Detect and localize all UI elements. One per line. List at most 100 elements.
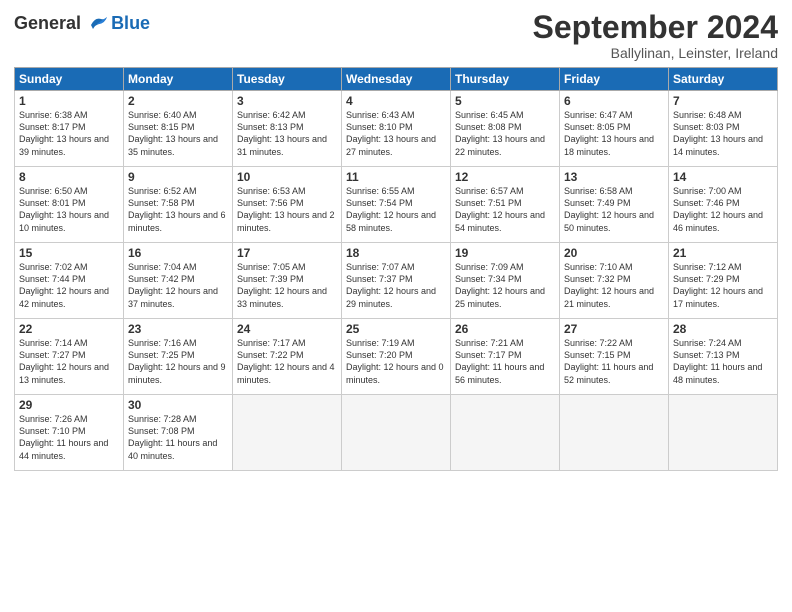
calendar-cell: 24Sunrise: 7:17 AM Sunset: 7:22 PM Dayli… bbox=[233, 319, 342, 395]
day-info: Sunrise: 7:10 AM Sunset: 7:32 PM Dayligh… bbox=[564, 261, 664, 310]
calendar-cell: 10Sunrise: 6:53 AM Sunset: 7:56 PM Dayli… bbox=[233, 167, 342, 243]
title-block: September 2024 Ballylinan, Leinster, Ire… bbox=[533, 10, 778, 61]
calendar-week-row: 1Sunrise: 6:38 AM Sunset: 8:17 PM Daylig… bbox=[15, 91, 778, 167]
day-number: 22 bbox=[19, 322, 119, 336]
calendar-cell: 11Sunrise: 6:55 AM Sunset: 7:54 PM Dayli… bbox=[342, 167, 451, 243]
day-number: 14 bbox=[673, 170, 773, 184]
day-number: 25 bbox=[346, 322, 446, 336]
calendar-table: Sunday Monday Tuesday Wednesday Thursday… bbox=[14, 67, 778, 471]
day-info: Sunrise: 7:22 AM Sunset: 7:15 PM Dayligh… bbox=[564, 337, 664, 386]
day-number: 27 bbox=[564, 322, 664, 336]
day-info: Sunrise: 6:42 AM Sunset: 8:13 PM Dayligh… bbox=[237, 109, 337, 158]
day-info: Sunrise: 7:04 AM Sunset: 7:42 PM Dayligh… bbox=[128, 261, 228, 310]
day-number: 7 bbox=[673, 94, 773, 108]
calendar-cell bbox=[342, 395, 451, 471]
day-info: Sunrise: 6:53 AM Sunset: 7:56 PM Dayligh… bbox=[237, 185, 337, 234]
col-friday: Friday bbox=[560, 68, 669, 91]
location-subtitle: Ballylinan, Leinster, Ireland bbox=[533, 45, 778, 61]
calendar-cell: 25Sunrise: 7:19 AM Sunset: 7:20 PM Dayli… bbox=[342, 319, 451, 395]
calendar-cell: 18Sunrise: 7:07 AM Sunset: 7:37 PM Dayli… bbox=[342, 243, 451, 319]
day-number: 11 bbox=[346, 170, 446, 184]
calendar-cell bbox=[560, 395, 669, 471]
calendar-week-row: 29Sunrise: 7:26 AM Sunset: 7:10 PM Dayli… bbox=[15, 395, 778, 471]
day-info: Sunrise: 7:24 AM Sunset: 7:13 PM Dayligh… bbox=[673, 337, 773, 386]
month-title: September 2024 bbox=[533, 10, 778, 45]
calendar-cell: 1Sunrise: 6:38 AM Sunset: 8:17 PM Daylig… bbox=[15, 91, 124, 167]
col-thursday: Thursday bbox=[451, 68, 560, 91]
day-number: 16 bbox=[128, 246, 228, 260]
day-number: 12 bbox=[455, 170, 555, 184]
calendar-cell: 14Sunrise: 7:00 AM Sunset: 7:46 PM Dayli… bbox=[669, 167, 778, 243]
day-info: Sunrise: 6:43 AM Sunset: 8:10 PM Dayligh… bbox=[346, 109, 446, 158]
calendar-cell: 2Sunrise: 6:40 AM Sunset: 8:15 PM Daylig… bbox=[124, 91, 233, 167]
calendar-cell: 17Sunrise: 7:05 AM Sunset: 7:39 PM Dayli… bbox=[233, 243, 342, 319]
day-number: 6 bbox=[564, 94, 664, 108]
calendar-cell: 4Sunrise: 6:43 AM Sunset: 8:10 PM Daylig… bbox=[342, 91, 451, 167]
day-number: 30 bbox=[128, 398, 228, 412]
logo: General Blue bbox=[14, 14, 150, 34]
calendar-cell: 22Sunrise: 7:14 AM Sunset: 7:27 PM Dayli… bbox=[15, 319, 124, 395]
day-number: 10 bbox=[237, 170, 337, 184]
calendar-cell: 20Sunrise: 7:10 AM Sunset: 7:32 PM Dayli… bbox=[560, 243, 669, 319]
day-info: Sunrise: 7:14 AM Sunset: 7:27 PM Dayligh… bbox=[19, 337, 119, 386]
calendar-cell: 19Sunrise: 7:09 AM Sunset: 7:34 PM Dayli… bbox=[451, 243, 560, 319]
calendar-cell: 21Sunrise: 7:12 AM Sunset: 7:29 PM Dayli… bbox=[669, 243, 778, 319]
day-info: Sunrise: 6:58 AM Sunset: 7:49 PM Dayligh… bbox=[564, 185, 664, 234]
calendar-cell: 9Sunrise: 6:52 AM Sunset: 7:58 PM Daylig… bbox=[124, 167, 233, 243]
day-info: Sunrise: 6:48 AM Sunset: 8:03 PM Dayligh… bbox=[673, 109, 773, 158]
day-number: 8 bbox=[19, 170, 119, 184]
day-info: Sunrise: 6:50 AM Sunset: 8:01 PM Dayligh… bbox=[19, 185, 119, 234]
day-number: 28 bbox=[673, 322, 773, 336]
day-info: Sunrise: 7:17 AM Sunset: 7:22 PM Dayligh… bbox=[237, 337, 337, 386]
calendar-cell: 12Sunrise: 6:57 AM Sunset: 7:51 PM Dayli… bbox=[451, 167, 560, 243]
day-number: 4 bbox=[346, 94, 446, 108]
day-info: Sunrise: 6:47 AM Sunset: 8:05 PM Dayligh… bbox=[564, 109, 664, 158]
calendar-week-row: 22Sunrise: 7:14 AM Sunset: 7:27 PM Dayli… bbox=[15, 319, 778, 395]
calendar-cell: 16Sunrise: 7:04 AM Sunset: 7:42 PM Dayli… bbox=[124, 243, 233, 319]
day-number: 9 bbox=[128, 170, 228, 184]
day-info: Sunrise: 7:26 AM Sunset: 7:10 PM Dayligh… bbox=[19, 413, 119, 462]
day-info: Sunrise: 7:00 AM Sunset: 7:46 PM Dayligh… bbox=[673, 185, 773, 234]
col-sunday: Sunday bbox=[15, 68, 124, 91]
day-number: 13 bbox=[564, 170, 664, 184]
calendar-cell: 8Sunrise: 6:50 AM Sunset: 8:01 PM Daylig… bbox=[15, 167, 124, 243]
calendar-cell: 29Sunrise: 7:26 AM Sunset: 7:10 PM Dayli… bbox=[15, 395, 124, 471]
day-number: 18 bbox=[346, 246, 446, 260]
calendar-cell: 23Sunrise: 7:16 AM Sunset: 7:25 PM Dayli… bbox=[124, 319, 233, 395]
day-info: Sunrise: 6:40 AM Sunset: 8:15 PM Dayligh… bbox=[128, 109, 228, 158]
col-saturday: Saturday bbox=[669, 68, 778, 91]
day-number: 21 bbox=[673, 246, 773, 260]
calendar-cell: 7Sunrise: 6:48 AM Sunset: 8:03 PM Daylig… bbox=[669, 91, 778, 167]
day-number: 2 bbox=[128, 94, 228, 108]
calendar-cell bbox=[233, 395, 342, 471]
calendar-header-row: Sunday Monday Tuesday Wednesday Thursday… bbox=[15, 68, 778, 91]
calendar-cell: 30Sunrise: 7:28 AM Sunset: 7:08 PM Dayli… bbox=[124, 395, 233, 471]
calendar-cell: 15Sunrise: 7:02 AM Sunset: 7:44 PM Dayli… bbox=[15, 243, 124, 319]
day-info: Sunrise: 7:16 AM Sunset: 7:25 PM Dayligh… bbox=[128, 337, 228, 386]
day-number: 3 bbox=[237, 94, 337, 108]
calendar-cell: 26Sunrise: 7:21 AM Sunset: 7:17 PM Dayli… bbox=[451, 319, 560, 395]
header: General Blue September 2024 Ballylinan, … bbox=[14, 10, 778, 61]
page-container: General Blue September 2024 Ballylinan, … bbox=[0, 0, 792, 612]
day-info: Sunrise: 7:05 AM Sunset: 7:39 PM Dayligh… bbox=[237, 261, 337, 310]
day-number: 5 bbox=[455, 94, 555, 108]
logo-general: General bbox=[14, 13, 81, 33]
calendar-cell: 27Sunrise: 7:22 AM Sunset: 7:15 PM Dayli… bbox=[560, 319, 669, 395]
calendar-week-row: 8Sunrise: 6:50 AM Sunset: 8:01 PM Daylig… bbox=[15, 167, 778, 243]
day-info: Sunrise: 6:45 AM Sunset: 8:08 PM Dayligh… bbox=[455, 109, 555, 158]
day-number: 15 bbox=[19, 246, 119, 260]
logo-blue: Blue bbox=[111, 14, 150, 34]
day-number: 17 bbox=[237, 246, 337, 260]
col-wednesday: Wednesday bbox=[342, 68, 451, 91]
day-info: Sunrise: 7:02 AM Sunset: 7:44 PM Dayligh… bbox=[19, 261, 119, 310]
day-info: Sunrise: 7:28 AM Sunset: 7:08 PM Dayligh… bbox=[128, 413, 228, 462]
day-number: 26 bbox=[455, 322, 555, 336]
calendar-cell: 3Sunrise: 6:42 AM Sunset: 8:13 PM Daylig… bbox=[233, 91, 342, 167]
day-number: 24 bbox=[237, 322, 337, 336]
logo-bird-icon bbox=[87, 15, 109, 33]
day-number: 19 bbox=[455, 246, 555, 260]
day-info: Sunrise: 6:52 AM Sunset: 7:58 PM Dayligh… bbox=[128, 185, 228, 234]
calendar-cell: 13Sunrise: 6:58 AM Sunset: 7:49 PM Dayli… bbox=[560, 167, 669, 243]
calendar-cell bbox=[669, 395, 778, 471]
calendar-cell: 6Sunrise: 6:47 AM Sunset: 8:05 PM Daylig… bbox=[560, 91, 669, 167]
